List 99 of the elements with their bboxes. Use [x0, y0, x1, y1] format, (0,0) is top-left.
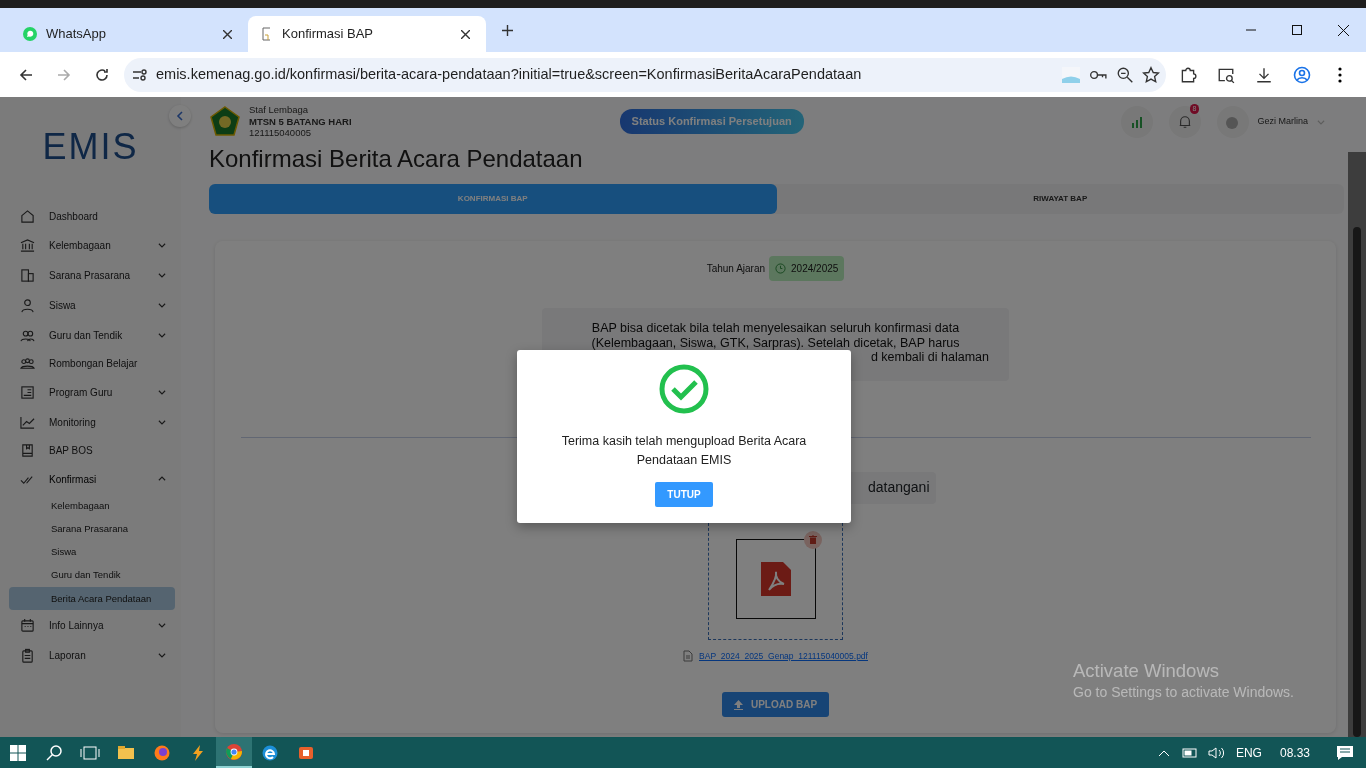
more-icon	[1338, 66, 1342, 83]
bell-icon	[1178, 114, 1193, 129]
role-label: Staf Lembaga	[249, 103, 310, 116]
upload-button[interactable]: UPLOAD BAP	[721, 692, 830, 718]
page-title: Konfirmasi Berita Acara Pendataan	[209, 146, 584, 173]
school-id: 121115040005	[249, 127, 312, 140]
close-button[interactable]: TUTUP	[655, 481, 713, 507]
bookmark-star-icon[interactable]	[1142, 65, 1160, 84]
reload-icon	[95, 67, 109, 82]
dialog-message: Terima kasih telah mengupload Berita Acara Pendataan EMIS	[560, 433, 808, 469]
instruction-text: datangani	[868, 478, 930, 497]
sidebar-item[interactable]: Siswa	[0, 290, 181, 320]
close-icon	[1337, 24, 1349, 36]
info-text: d kembali di halaman	[870, 350, 989, 365]
language-indicator[interactable]: ENG	[1235, 743, 1262, 762]
home-icon	[20, 209, 35, 224]
info-text: (Kelembagaan, Siswa, GTK, Sarpras). Setelah dicetak, BAP harus	[590, 335, 961, 351]
plus-icon[interactable]	[502, 25, 513, 36]
upload-icon	[733, 699, 743, 710]
sidebar-item[interactable]: Konfirmasi	[0, 464, 181, 494]
volume-icon[interactable]	[1207, 745, 1226, 760]
zoom-icon[interactable]	[1116, 65, 1134, 84]
chevron-down-icon[interactable]	[157, 240, 167, 250]
sidebar-subitem[interactable]: Siswa	[9, 540, 175, 564]
check-circle-icon	[659, 364, 709, 414]
emblem-icon	[209, 105, 241, 138]
clipboard-icon	[20, 648, 35, 663]
status-button[interactable]: Status Konfirmasi Persetujuan	[619, 109, 804, 134]
file-link[interactable]: BAP_2024_2025_Genap_121115040005.pdf	[699, 649, 868, 663]
user-name[interactable]: Gezi Marlina	[1257, 114, 1308, 129]
edge-icon	[261, 743, 279, 762]
info-text: BAP bisa dicetak bila telah menyelesaikan seluruh konfirmasi data	[590, 321, 961, 336]
chevron-up-icon[interactable]	[157, 474, 167, 484]
presentation-icon	[20, 384, 35, 400]
group-icon	[20, 356, 35, 371]
sidebar-item[interactable]: Guru dan Tendik	[0, 320, 181, 350]
address-bar[interactable]: emis.kemenag.go.id/konfirmasi/berita-acara-pendataan?initial=true&screen=KonfirmasiBeritaAcaraPendataan	[124, 57, 1166, 92]
caret-up-icon[interactable]	[1157, 748, 1170, 757]
browser-tab[interactable]: WhatsApp	[10, 16, 248, 52]
sidebar-item[interactable]: Sarana Prasarana	[0, 260, 181, 290]
chrome-icon	[225, 742, 243, 761]
scrollbar-thumb[interactable]	[1353, 227, 1361, 737]
chevron-down-icon[interactable]	[157, 330, 167, 340]
sidebar-item[interactable]: Info Lainnya	[0, 610, 181, 641]
sidebar-subitem[interactable]: Guru dan Tendik	[9, 563, 175, 588]
chevron-left-icon	[176, 111, 184, 121]
sidebar-subitem[interactable]: Sarana Prasarana	[9, 517, 175, 541]
browser-tab[interactable]: Konfirmasi BAP	[248, 16, 486, 52]
clock-icon	[775, 263, 787, 275]
folder-icon	[117, 743, 135, 762]
page-tab[interactable]: RIWAYAT BAP	[776, 184, 1344, 215]
bank-icon	[20, 237, 35, 253]
person-icon	[20, 297, 35, 313]
sidebar-item[interactable]: Laporan	[0, 640, 181, 671]
sidebar-subitem[interactable]: Berita Acara Pendataan	[9, 587, 175, 611]
notification-icon[interactable]	[1336, 744, 1354, 761]
site-settings-icon[interactable]	[132, 67, 148, 82]
file-preview[interactable]	[735, 538, 816, 619]
calendar-icon	[20, 618, 35, 633]
sidebar-subitem[interactable]: Kelembagaan	[9, 494, 175, 518]
sidebar-item[interactable]: BAP BOS	[0, 437, 181, 464]
building-icon	[20, 267, 35, 283]
search-icon	[46, 744, 62, 761]
sidebar-item[interactable]: Kelembagaan	[0, 230, 181, 260]
close-icon[interactable]	[461, 29, 470, 39]
logo: EMIS	[41, 129, 140, 165]
school-name: MTSN 5 BATANG HARI	[249, 115, 352, 128]
activation-hint: Go to Settings to activate Windows.	[1073, 683, 1294, 703]
chevron-down-icon[interactable]	[157, 387, 167, 397]
bar-chart-icon	[1131, 115, 1144, 128]
download-icon	[1255, 65, 1273, 84]
avatar-icon	[1293, 65, 1311, 84]
puzzle-icon	[1179, 65, 1197, 84]
back-arrow-icon	[19, 67, 33, 82]
task-view-icon	[80, 745, 100, 760]
sidebar-item[interactable]: Rombongan Belajar	[0, 350, 181, 377]
sidebar-item[interactable]: Dashboard	[0, 203, 181, 230]
sidebar-item[interactable]: Monitoring	[0, 407, 181, 437]
battery-icon[interactable]	[1179, 746, 1198, 759]
firefox-icon	[153, 743, 171, 762]
windows-icon	[10, 744, 26, 761]
delete-button[interactable]	[804, 530, 822, 549]
chevron-down-icon[interactable]	[157, 417, 167, 427]
year-badge: 2024/2025	[769, 256, 845, 282]
line-chart-icon	[20, 414, 35, 430]
document-icon	[683, 649, 694, 662]
close-icon[interactable]	[223, 29, 232, 39]
whatsapp-icon	[22, 26, 38, 42]
year-label: Tahun Ajaran	[706, 262, 766, 277]
chevron-down-icon[interactable]	[157, 270, 167, 280]
clock[interactable]: 08.33	[1279, 743, 1310, 762]
activation-title: Activate Windows	[1073, 660, 1220, 683]
forward-arrow-icon	[57, 67, 71, 82]
trash-icon	[809, 535, 817, 544]
maximize-icon	[1292, 25, 1302, 35]
chevron-down-icon[interactable]	[157, 300, 167, 310]
pdf-icon	[758, 559, 793, 598]
sidebar-item[interactable]: Program Guru	[0, 377, 181, 407]
book-icon	[20, 443, 35, 458]
